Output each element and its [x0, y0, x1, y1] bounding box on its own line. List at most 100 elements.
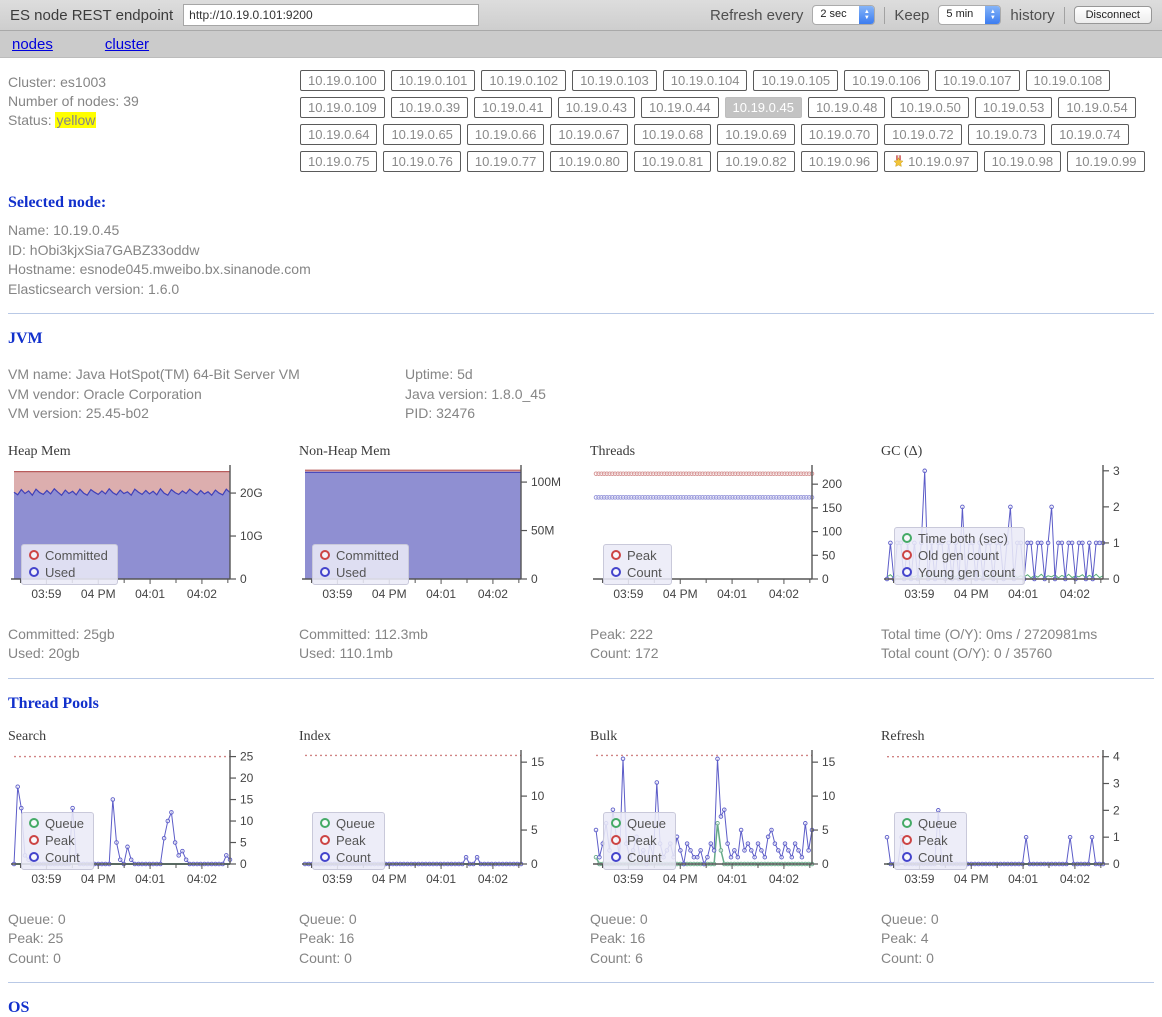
- keep-label: Keep: [894, 7, 929, 24]
- chart-stat: Used: 110.1mb: [299, 644, 582, 664]
- legend-label: Used: [45, 564, 75, 581]
- node-ip-label: 10.19.0.107: [943, 73, 1012, 88]
- node-button-10.19.0.97[interactable]: 10.19.0.97: [884, 151, 977, 172]
- node-button-10.19.0.73[interactable]: 10.19.0.73: [968, 124, 1045, 145]
- node-button-10.19.0.100[interactable]: 10.19.0.100: [300, 70, 385, 91]
- node-button-10.19.0.82[interactable]: 10.19.0.82: [717, 151, 794, 172]
- chart-plot: 050M100M03:5904 PM04:0104:02CommittedUse…: [299, 462, 582, 612]
- node-button-10.19.0.98[interactable]: 10.19.0.98: [984, 151, 1061, 172]
- node-button-10.19.0.76[interactable]: 10.19.0.76: [383, 151, 460, 172]
- node-button-10.19.0.43[interactable]: 10.19.0.43: [558, 97, 635, 118]
- jvm-charts-row: Heap Mem010G20G03:5904 PM04:0104:02Commi…: [8, 444, 1154, 664]
- node-button-10.19.0.109[interactable]: 10.19.0.109: [300, 97, 385, 118]
- node-ip-label: 10.19.0.108: [1034, 73, 1103, 88]
- legend-swatch: [29, 567, 39, 577]
- node-button-10.19.0.96[interactable]: 10.19.0.96: [801, 151, 878, 172]
- legend-entry: Used: [29, 564, 108, 581]
- keep-history-select[interactable]: 5 min ▲▼: [938, 5, 1001, 25]
- refresh-interval-select[interactable]: 2 sec ▲▼: [812, 5, 875, 25]
- legend-entry: Queue: [320, 815, 375, 832]
- svg-text:0: 0: [1113, 572, 1120, 586]
- node-button-10.19.0.107[interactable]: 10.19.0.107: [935, 70, 1020, 91]
- node-button-10.19.0.67[interactable]: 10.19.0.67: [550, 124, 627, 145]
- main-content: Cluster: es1003 Number of nodes: 39 Stat…: [0, 58, 1162, 1017]
- legend-swatch: [902, 533, 912, 543]
- node-button-10.19.0.99[interactable]: 10.19.0.99: [1067, 151, 1144, 172]
- chart-stats: Committed: 25gbUsed: 20gb: [8, 625, 291, 664]
- svg-text:0: 0: [822, 572, 829, 586]
- node-button-10.19.0.101[interactable]: 10.19.0.101: [391, 70, 476, 91]
- legend-entry: Queue: [611, 815, 666, 832]
- node-button-10.19.0.64[interactable]: 10.19.0.64: [300, 124, 377, 145]
- chart-stat: Committed: 112.3mb: [299, 625, 582, 645]
- endpoint-input[interactable]: [183, 4, 479, 26]
- node-button-10.19.0.106[interactable]: 10.19.0.106: [844, 70, 929, 91]
- node-ip-label: 10.19.0.109: [308, 100, 377, 115]
- node-button-10.19.0.103[interactable]: 10.19.0.103: [572, 70, 657, 91]
- svg-text:1: 1: [1113, 535, 1120, 549]
- chart-stats: Queue: 0Peak: 25Count: 0: [8, 910, 291, 969]
- node-row: 10.19.0.64 10.19.0.65 10.19.0.66 10.19.0.67…: [300, 124, 1154, 145]
- chart-title: GC (Δ): [881, 444, 1162, 462]
- node-button-10.19.0.72[interactable]: 10.19.0.72: [884, 124, 961, 145]
- node-ip-label: 10.19.0.100: [308, 73, 377, 88]
- svg-text:04:01: 04:01: [426, 872, 456, 886]
- chart-canvas-threads: 05010015020003:5904 PM04:0104:02: [590, 462, 873, 612]
- svg-text:04:01: 04:01: [1008, 872, 1038, 886]
- node-button-10.19.0.70[interactable]: 10.19.0.70: [801, 124, 878, 145]
- node-ip-label: 10.19.0.80: [558, 154, 619, 169]
- chart-legend: PeakCount: [603, 544, 672, 585]
- svg-text:100: 100: [822, 524, 842, 538]
- legend-swatch: [29, 818, 39, 828]
- svg-text:100M: 100M: [531, 475, 561, 489]
- refresh-interval-value: 2 sec: [813, 6, 859, 24]
- node-ip-label: 10.19.0.97: [908, 154, 969, 169]
- node-button-10.19.0.65[interactable]: 10.19.0.65: [383, 124, 460, 145]
- node-ip-label: 10.19.0.54: [1066, 100, 1127, 115]
- node-button-10.19.0.69[interactable]: 10.19.0.69: [717, 124, 794, 145]
- node-button-10.19.0.75[interactable]: 10.19.0.75: [300, 151, 377, 172]
- node-button-10.19.0.41[interactable]: 10.19.0.41: [474, 97, 551, 118]
- disconnect-button[interactable]: Disconnect: [1074, 6, 1152, 24]
- top-toolbar: ES node REST endpoint Refresh every 2 se…: [0, 0, 1162, 31]
- node-button-10.19.0.48[interactable]: 10.19.0.48: [808, 97, 885, 118]
- node-button-10.19.0.77[interactable]: 10.19.0.77: [467, 151, 544, 172]
- legend-entry: Count: [611, 849, 666, 866]
- nav-link-cluster[interactable]: cluster: [105, 36, 149, 53]
- node-button-10.19.0.68[interactable]: 10.19.0.68: [634, 124, 711, 145]
- svg-text:3: 3: [1113, 463, 1120, 477]
- node-button-10.19.0.53[interactable]: 10.19.0.53: [975, 97, 1052, 118]
- svg-text:04:01: 04:01: [426, 587, 456, 601]
- chart-stat: Count: 0: [8, 949, 291, 969]
- history-label: history: [1010, 7, 1054, 24]
- node-ip-label: 10.19.0.102: [489, 73, 558, 88]
- legend-entry: Peak: [611, 832, 666, 849]
- chart-stat: Queue: 0: [881, 910, 1162, 930]
- vm-version-line: VM version: 25.45-b02: [8, 404, 405, 424]
- legend-label: Old gen count: [918, 547, 999, 564]
- legend-label: Count: [45, 849, 80, 866]
- node-button-10.19.0.45[interactable]: 10.19.0.45: [725, 97, 802, 118]
- node-button-10.19.0.74[interactable]: 10.19.0.74: [1051, 124, 1128, 145]
- legend-label: Queue: [918, 815, 957, 832]
- node-ip-label: 10.19.0.72: [892, 127, 953, 142]
- chart-canvas-non-heap-mem: 050M100M03:5904 PM04:0104:02: [299, 462, 582, 612]
- node-button-10.19.0.81[interactable]: 10.19.0.81: [634, 151, 711, 172]
- node-button-10.19.0.39[interactable]: 10.19.0.39: [391, 97, 468, 118]
- node-button-10.19.0.54[interactable]: 10.19.0.54: [1058, 97, 1135, 118]
- node-button-10.19.0.50[interactable]: 10.19.0.50: [891, 97, 968, 118]
- node-button-10.19.0.44[interactable]: 10.19.0.44: [641, 97, 718, 118]
- legend-swatch: [902, 818, 912, 828]
- svg-text:04 PM: 04 PM: [954, 587, 989, 601]
- nav-link-nodes[interactable]: nodes: [12, 36, 53, 53]
- status-badge: yellow: [55, 112, 96, 128]
- node-button-10.19.0.108[interactable]: 10.19.0.108: [1026, 70, 1111, 91]
- legend-label: Peak: [627, 547, 657, 564]
- node-button-10.19.0.80[interactable]: 10.19.0.80: [550, 151, 627, 172]
- node-button-10.19.0.102[interactable]: 10.19.0.102: [481, 70, 566, 91]
- node-ip-label: 10.19.0.43: [566, 100, 627, 115]
- node-button-10.19.0.105[interactable]: 10.19.0.105: [753, 70, 838, 91]
- node-es-version-line: Elasticsearch version: 1.6.0: [8, 280, 1154, 300]
- node-button-10.19.0.66[interactable]: 10.19.0.66: [467, 124, 544, 145]
- node-button-10.19.0.104[interactable]: 10.19.0.104: [663, 70, 748, 91]
